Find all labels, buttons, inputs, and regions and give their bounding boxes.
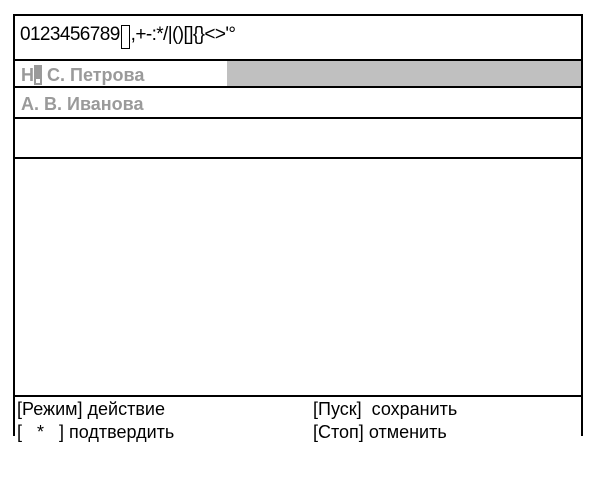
text-cursor [34,65,42,85]
hint-save-action: сохранить [371,399,458,419]
charset-digits[interactable]: 0123456789 [20,24,120,46]
hint-cancel-action: отменить [368,422,447,442]
entry-row-1-first-letter: Н [21,64,34,85]
character-palette[interactable]: 0123456789 ,+-:*/|()[]{}<>'° [20,20,236,50]
entry-row-1[interactable]: Н С. Петрова [15,59,581,88]
hint-confirm-action: подтвердить [69,422,175,442]
entry-row-2-text[interactable]: А. В. Иванова [21,92,143,116]
entry-row-1-empty-field [227,61,581,86]
list-area [15,159,581,395]
hint-confirm: [ * ] подтвердить [17,421,174,443]
hint-mode-action: действие [87,399,165,419]
hint-save-key: [Пуск] [313,399,362,419]
entry-row-1-rest: С. Петрова [47,64,145,85]
hint-confirm-key: [ * ] [17,422,65,442]
entry-row-2[interactable]: А. В. Иванова [15,90,581,119]
entry-row-3[interactable] [15,123,581,159]
charset-symbols[interactable]: ,+-:*/|()[]{}<>'° [131,24,236,46]
hint-save: [Пуск] сохранить [313,398,457,420]
charset-selected-cell[interactable] [120,25,130,49]
entry-row-1-text[interactable]: Н С. Петрова [21,63,144,87]
hint-mode: [Режим] действие [17,398,165,420]
key-hints-footer: [Режим] действие [ * ] подтвердить [Пуск… [15,397,581,444]
hint-cancel-key: [Стоп] [313,422,364,442]
hint-cancel: [Стоп] отменить [313,421,447,443]
hint-mode-key: [Режим] [17,399,83,419]
